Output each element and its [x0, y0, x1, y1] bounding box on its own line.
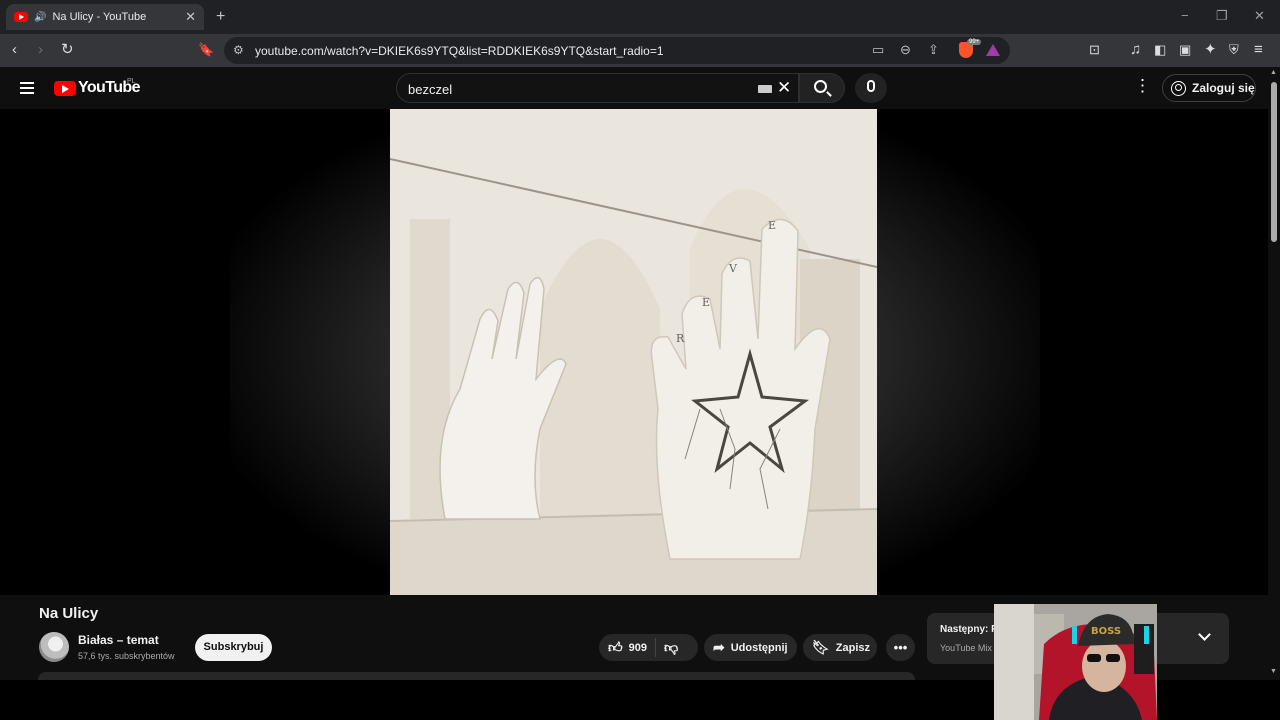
account-icon [1171, 80, 1186, 96]
description-box[interactable] [38, 672, 915, 680]
youtube-header: YouTube PL bezczel ✕ ⋮ Zaloguj się [0, 67, 1280, 109]
minimize-button[interactable]: − [1181, 8, 1189, 23]
sign-in-label: Zaloguj się [1192, 81, 1255, 95]
video-artwork: R E V E [390, 109, 877, 595]
chevron-down-icon[interactable] [1198, 628, 1211, 641]
wallet-icon[interactable]: ▣ [1179, 41, 1191, 59]
zoom-icon[interactable]: ⊖ [900, 42, 911, 58]
guide-menu-icon[interactable] [20, 82, 34, 94]
reload-icon[interactable]: ↻ [61, 41, 74, 59]
scrollbar-thumb[interactable] [1271, 82, 1277, 242]
site-info-icon[interactable]: ⚙ [233, 43, 244, 57]
save-icon: 🔖︎ [812, 639, 830, 655]
browser-tab-bar: 🔊 Na Ulicy - YouTube ✕ + − ❐ ✕ [0, 0, 1280, 34]
country-code: PL [127, 78, 136, 85]
like-divider [655, 638, 656, 657]
video-player[interactable]: R E V E [0, 109, 1268, 595]
save-label: Zapisz [835, 641, 871, 654]
share-button[interactable]: ➦ Udostępnij [704, 634, 797, 661]
search-icon [814, 80, 827, 93]
cap-text: BOSS [1091, 626, 1121, 637]
cast-icon[interactable]: ▭ [872, 42, 884, 58]
vpn-icon[interactable]: ⛨ [1229, 41, 1239, 59]
keyboard-icon[interactable] [758, 85, 772, 93]
tab-title: Na Ulicy - YouTube [52, 11, 147, 23]
bookmark-icon[interactable]: 🔖 [198, 41, 214, 59]
address-bar[interactable]: ⚙ youtube.com/watch?v=DKIEK6s9YTQ&list=R… [224, 37, 1010, 64]
finger-letter-e2: E [702, 296, 710, 309]
youtube-logo-icon[interactable] [54, 81, 76, 96]
more-horizontal-icon: ••• [893, 640, 908, 655]
page-scrollbar[interactable]: ▲ ▼ [1268, 67, 1280, 680]
up-next-label: Następny: F [940, 624, 998, 635]
share-icon[interactable]: ⇪ [928, 42, 939, 58]
subscriber-count: 57,6 tys. subskrybentów [78, 651, 175, 661]
youtube-favicon-icon [14, 12, 28, 22]
more-actions-button[interactable]: ••• [886, 634, 915, 661]
video-title: Na Ulicy [39, 605, 99, 622]
like-icon[interactable]: 👍︎ [608, 639, 623, 656]
save-button[interactable]: 🔖︎ Zapisz [803, 634, 877, 661]
close-window-button[interactable]: ✕ [1254, 8, 1265, 24]
finger-letter-r: R [676, 332, 685, 345]
channel-avatar[interactable] [39, 632, 69, 662]
scroll-down-icon[interactable]: ▼ [1270, 668, 1277, 675]
webcam-image: BOSS [994, 604, 1157, 720]
scroll-up-icon[interactable]: ▲ [1270, 69, 1277, 76]
settings-menu-icon[interactable]: ⋮ [1134, 76, 1151, 96]
like-count[interactable]: 909 [629, 642, 647, 654]
search-button[interactable] [799, 73, 845, 103]
up-next-sublabel: YouTube Mix [940, 643, 992, 653]
forward-icon[interactable]: › [38, 41, 43, 59]
browser-toolbar: ‹ › ↻ 🔖 ⚙ youtube.com/watch?v=DKIEK6s9YT… [0, 34, 1280, 67]
dislike-icon[interactable]: 👎︎ [664, 639, 678, 656]
clear-search-icon[interactable]: ✕ [777, 78, 791, 98]
finger-letter-e1: E [768, 219, 776, 232]
brave-rewards-icon[interactable] [986, 44, 1000, 56]
browser-tab[interactable]: 🔊 Na Ulicy - YouTube ✕ [6, 4, 204, 30]
search-input[interactable]: bezczel ✕ [396, 73, 799, 103]
channel-name[interactable]: Białas – temat [78, 633, 159, 647]
search-query: bezczel [408, 82, 453, 97]
subscribe-button[interactable]: Subskrybuj [195, 634, 272, 661]
sidebar-icon[interactable]: ◧ [1154, 41, 1166, 59]
new-tab-button[interactable]: + [216, 8, 225, 26]
tab-close-icon[interactable]: ✕ [185, 9, 196, 25]
restore-button[interactable]: ❐ [1216, 8, 1228, 24]
browser-menu-icon[interactable]: ≡ [1254, 41, 1263, 59]
back-icon[interactable]: ‹ [12, 41, 17, 59]
speaker-icon[interactable]: 🔊 [34, 12, 46, 23]
microphone-icon [867, 80, 875, 92]
url-text: youtube.com/watch?v=DKIEK6s9YTQ&list=RDD… [255, 44, 664, 58]
voice-search-button[interactable] [855, 73, 887, 103]
webcam-overlay: BOSS [994, 604, 1157, 720]
leo-ai-icon[interactable]: ✦ [1204, 41, 1217, 59]
share-label: Udostępnij [730, 641, 788, 654]
share-arrow-icon: ➦ [713, 639, 725, 655]
sign-in-button[interactable]: Zaloguj się [1162, 74, 1256, 102]
video-frame[interactable]: R E V E [390, 109, 877, 595]
finger-letter-v: V [728, 262, 738, 275]
music-icon[interactable]: ♫ [1130, 41, 1141, 59]
screenshot-icon[interactable]: ⊡ [1089, 41, 1100, 59]
like-dislike-group: 👍︎ 909 👎︎ [599, 634, 698, 661]
brave-badge: 99+ [967, 39, 982, 45]
